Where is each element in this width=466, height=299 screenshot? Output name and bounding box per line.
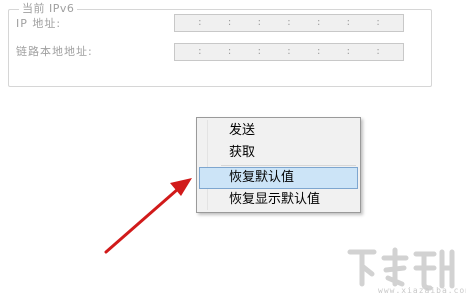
watermark-site-text: www.xiazaiba.com [378,286,466,295]
